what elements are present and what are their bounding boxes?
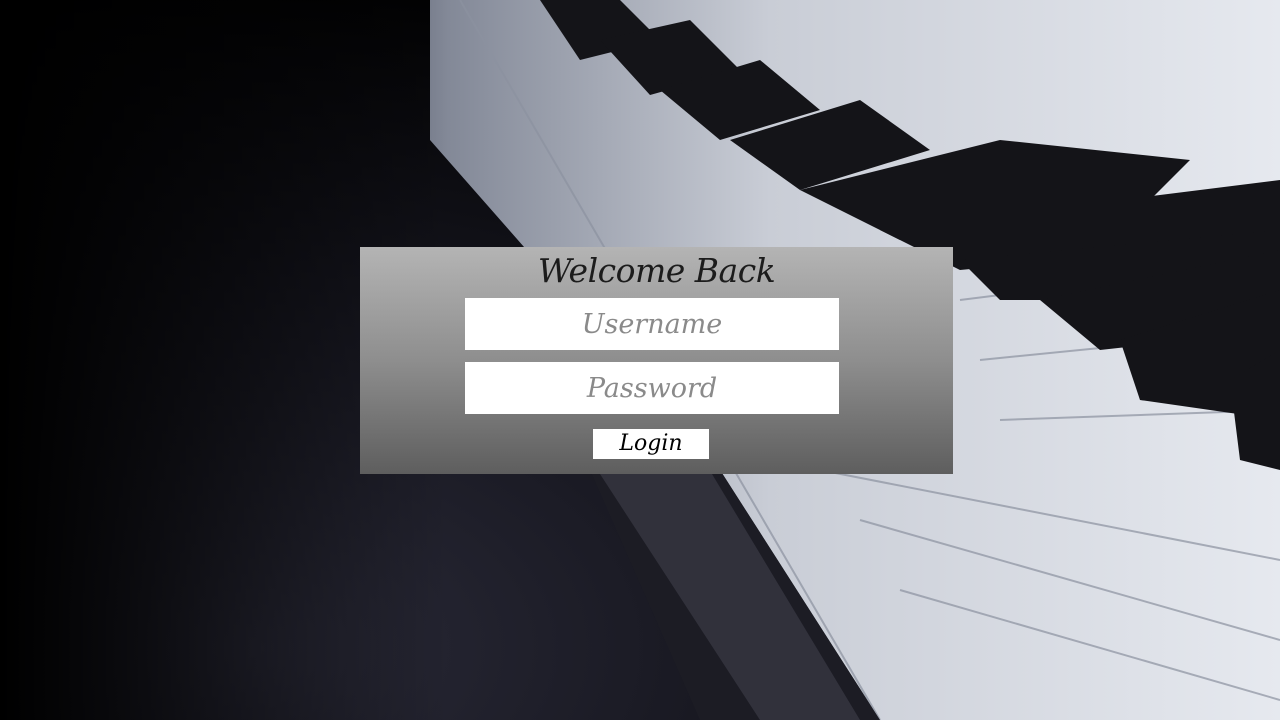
login-button[interactable]: Login xyxy=(593,429,709,459)
welcome-title: Welcome Back xyxy=(537,251,776,290)
username-input[interactable] xyxy=(465,298,839,350)
password-input[interactable] xyxy=(465,362,839,414)
login-panel: Welcome Back Login xyxy=(360,247,953,474)
